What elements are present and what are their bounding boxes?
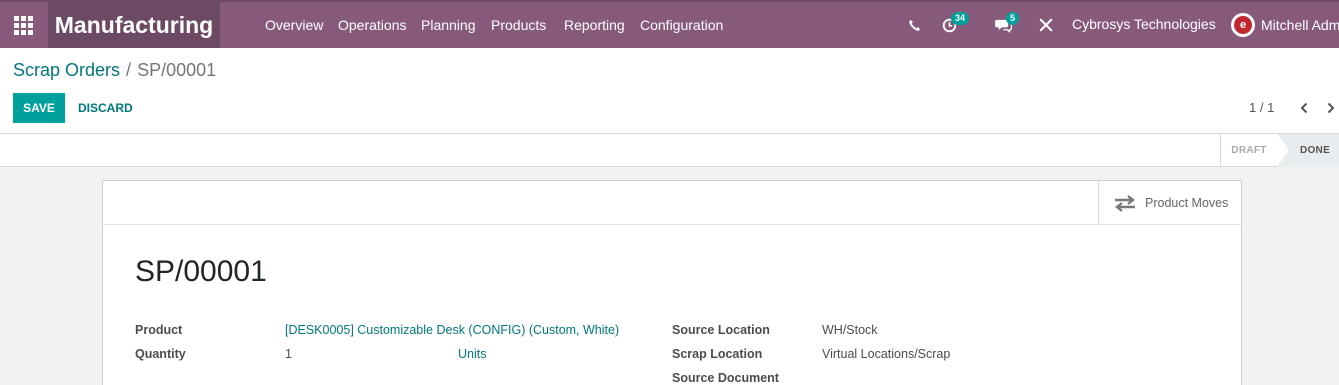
breadcrumb: Scrap Orders / SP/00001 — [13, 60, 216, 81]
menu-operations[interactable]: Operations — [338, 2, 406, 48]
menu-item-label[interactable]: Planning — [421, 17, 476, 33]
record-title: SP/00001 — [135, 255, 267, 288]
save-button[interactable]: SAVE — [13, 93, 65, 123]
phone-icon[interactable] — [903, 14, 925, 36]
source-location-field[interactable]: WH/Stock — [822, 323, 878, 337]
product-moves-button[interactable]: Product Moves — [1098, 181, 1241, 225]
menu-item-label[interactable]: Configuration — [640, 17, 723, 33]
menu-item-label[interactable]: Reporting — [564, 17, 625, 33]
menu-item-label[interactable]: Products — [491, 17, 546, 33]
top-navbar: Manufacturing Overview Operations Planni… — [0, 0, 1339, 48]
quantity-label: Quantity — [135, 347, 186, 361]
form-statusbar: DRAFT DONE — [0, 134, 1339, 167]
user-menu[interactable]: e Mitchell Admin — [1231, 13, 1339, 37]
breadcrumb-current: SP/00001 — [137, 60, 217, 80]
button-box: Product Moves — [103, 181, 1241, 225]
scrap-location-field[interactable]: Virtual Locations/Scrap — [822, 347, 950, 361]
avatar: e — [1231, 13, 1255, 37]
pager-value[interactable]: 1 / 1 — [1249, 100, 1274, 115]
chevron-right-icon — [1327, 102, 1335, 114]
source-document-label: Source Document — [672, 371, 779, 385]
apps-menu-button[interactable] — [0, 2, 46, 48]
tools-icon[interactable] — [1035, 14, 1057, 36]
messages-icon[interactable]: 5 — [992, 12, 1020, 36]
company-switcher[interactable]: Cybrosys Technologies — [1072, 16, 1216, 32]
uom-field[interactable]: Units — [458, 347, 486, 361]
product-label: Product — [135, 323, 183, 337]
form-sheet: Product Moves SP/00001 Product [DESK0005… — [102, 180, 1242, 385]
menu-products[interactable]: Products — [491, 2, 546, 48]
breadcrumb-separator: / — [126, 60, 132, 80]
avatar-letter: e — [1234, 16, 1252, 34]
scrap-location-label: Scrap Location — [672, 347, 763, 361]
menu-planning[interactable]: Planning — [421, 2, 476, 48]
message-count-badge: 5 — [1006, 12, 1020, 25]
activity-clock-icon[interactable]: 34 — [938, 12, 970, 36]
product-moves-label: Product Moves — [1145, 196, 1229, 210]
grid-icon — [13, 15, 33, 35]
breadcrumb-scrap-orders[interactable]: Scrap Orders — [13, 60, 120, 80]
menu-overview[interactable]: Overview — [265, 2, 323, 48]
chevron-left-icon — [1300, 102, 1308, 114]
pager-next-button[interactable] — [1320, 97, 1339, 119]
discard-button[interactable]: DISCARD — [72, 93, 139, 123]
product-field[interactable]: [DESK0005] Customizable Desk (CONFIG) (C… — [285, 323, 619, 337]
control-panel: Scrap Orders / SP/00001 SAVE DISCARD 1 / 1 — [0, 48, 1339, 134]
source-location-label: Source Location — [672, 323, 770, 337]
user-name: Mitchell Admin — [1261, 17, 1339, 33]
menu-configuration[interactable]: Configuration — [640, 2, 723, 48]
menu-item-label[interactable]: Overview — [265, 17, 323, 33]
status-arrow — [1277, 134, 1289, 167]
exchange-icon — [1115, 195, 1135, 212]
menu-item-label[interactable]: Operations — [338, 17, 406, 33]
pager-previous-button[interactable] — [1293, 97, 1315, 119]
quantity-field[interactable]: 1 — [285, 347, 292, 361]
activity-count-badge: 34 — [951, 12, 970, 25]
app-name[interactable]: Manufacturing — [48, 2, 220, 48]
status-draft: DRAFT — [1220, 134, 1277, 167]
menu-reporting[interactable]: Reporting — [564, 2, 625, 48]
